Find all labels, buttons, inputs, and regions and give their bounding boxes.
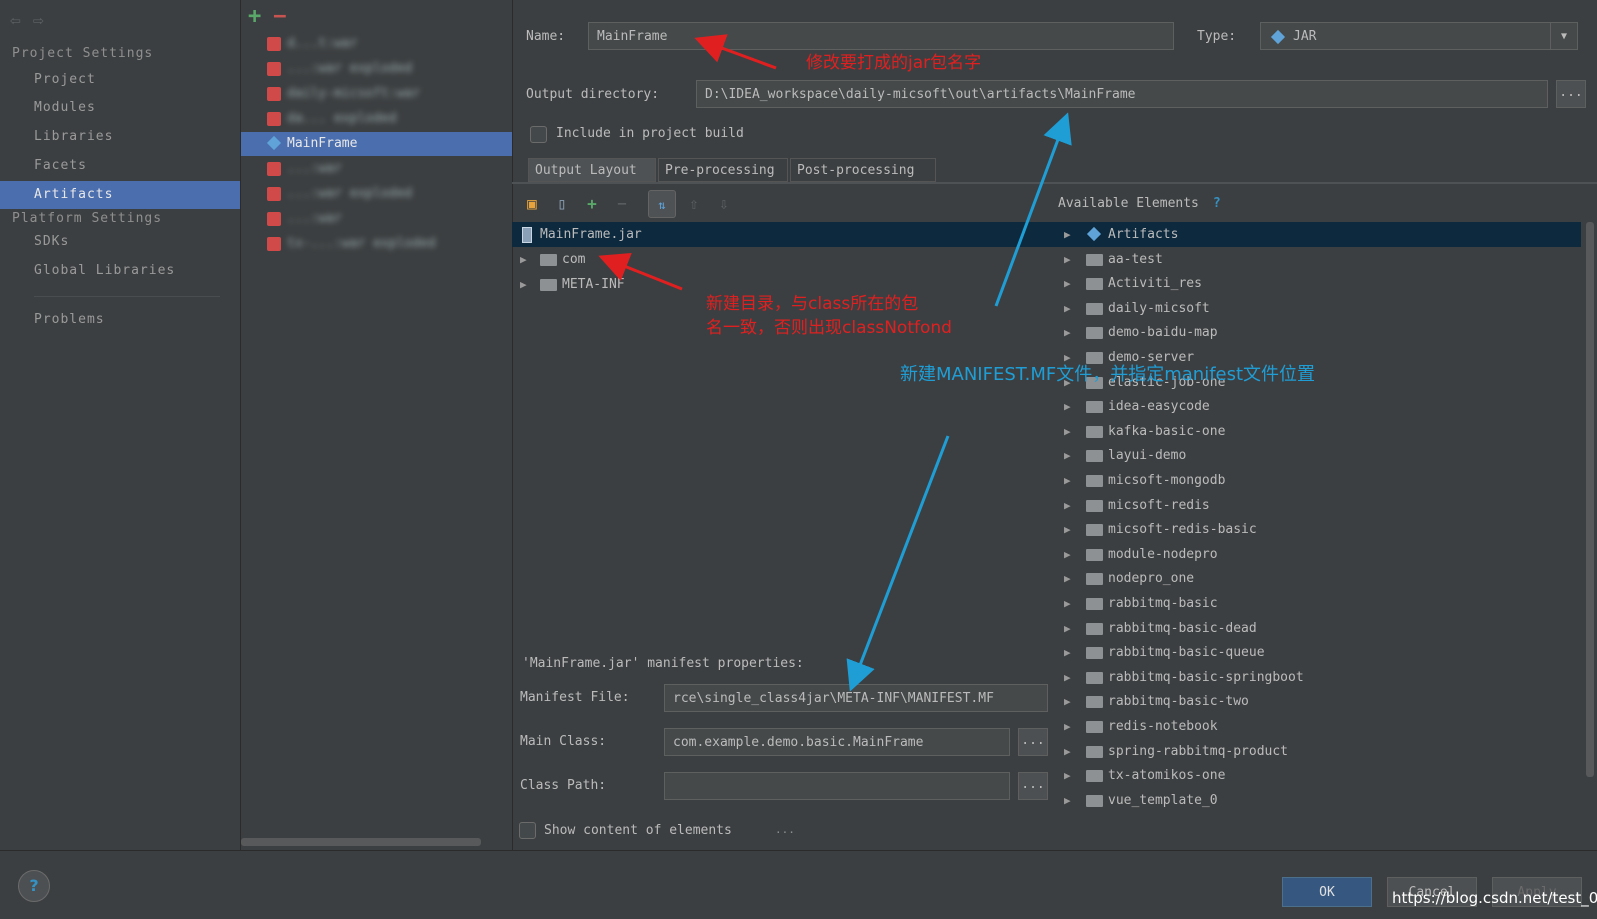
- name-arrow: [694, 34, 777, 70]
- annotation-manifest: 新建MANIFEST.MF文件，并指定manifest文件位置: [900, 364, 1316, 385]
- com-arrow: [598, 252, 683, 291]
- output-dir-arrow: [994, 112, 1072, 307]
- manifest-arrow: [846, 435, 950, 692]
- annotation-dir-line1: 新建目录，与class所在的包: [706, 294, 919, 314]
- annotation-name: 修改要打成的jar包名字: [806, 53, 982, 73]
- watermark: https://blog.csdn.net/test_00: [1392, 889, 1597, 907]
- annotation-arrows: [598, 34, 1072, 692]
- annotation-dir-line2: 名一致，否则出现classNotfond: [706, 318, 952, 338]
